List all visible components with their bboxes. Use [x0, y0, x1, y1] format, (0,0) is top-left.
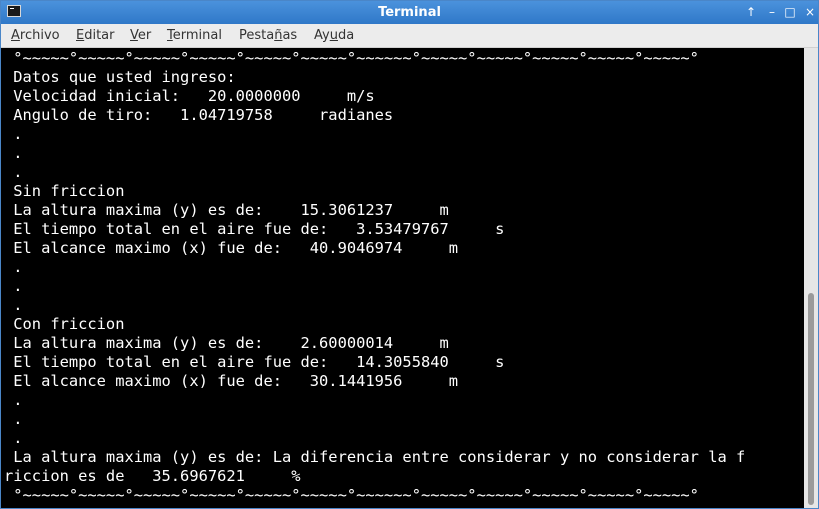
menu-ver[interactable]: Ver	[130, 28, 151, 43]
vertical-scrollbar[interactable]	[804, 48, 818, 508]
menu-bar: Archivo Editar Ver Terminal Pestañas Ayu…	[1, 24, 818, 48]
close-button[interactable]: ×	[802, 4, 818, 20]
terminal-window: Terminal ↑ – □ × Archivo Editar Ver Term…	[0, 0, 819, 509]
terminal-line: .	[4, 277, 23, 295]
terminal-line: Sin friccion	[4, 182, 125, 200]
terminal-line: .	[4, 163, 23, 181]
maximize-button[interactable]: □	[782, 4, 798, 20]
terminal-output[interactable]: °~~~~~°~~~~~°~~~~~°~~~~~°~~~~~°~~~~~°~~~…	[1, 48, 804, 508]
window-title: Terminal	[378, 5, 441, 20]
terminal-line: .	[4, 296, 23, 314]
terminal-line: Velocidad inicial: 20.0000000 m/s	[4, 87, 375, 105]
menu-ayuda[interactable]: Ayuda	[314, 28, 354, 43]
terminal-line: .	[4, 144, 23, 162]
shade-button[interactable]: ↑	[743, 4, 759, 20]
terminal-line: El alcance maximo (x) fue de: 40.9046974…	[4, 239, 459, 257]
title-bar[interactable]: Terminal ↑ – □ ×	[1, 1, 818, 24]
menu-editar[interactable]: Editar	[76, 28, 115, 43]
terminal-line: °~~~~~°~~~~~°~~~~~°~~~~~°~~~~~°~~~~~°~~~…	[4, 486, 699, 504]
terminal-line: .	[4, 391, 23, 409]
terminal-line: El tiempo total en el aire fue de: 3.534…	[4, 220, 505, 238]
terminal-line: El alcance maximo (x) fue de: 30.1441956…	[4, 372, 459, 390]
terminal-line: .	[4, 258, 23, 276]
terminal-line: .	[4, 125, 23, 143]
menu-pestanas[interactable]: Pestañas	[239, 28, 297, 43]
terminal-line: La altura maxima (y) es de: La diferenci…	[4, 448, 746, 466]
terminal-line: Datos que usted ingreso:	[4, 68, 236, 86]
minimize-button[interactable]: –	[764, 4, 780, 20]
terminal-line: Con friccion	[4, 315, 125, 333]
terminal-line: riccion es de 35.6967621 %	[4, 467, 301, 485]
menu-archivo[interactable]: Archivo	[11, 28, 60, 43]
scrollbar-thumb[interactable]	[808, 293, 814, 505]
terminal-line: .	[4, 429, 23, 447]
terminal-line: .	[4, 410, 23, 428]
terminal-line: °~~~~~°~~~~~°~~~~~°~~~~~°~~~~~°~~~~~°~~~…	[4, 49, 699, 67]
terminal-line: La altura maxima (y) es de: 15.3061237 m	[4, 201, 449, 219]
terminal-line: El tiempo total en el aire fue de: 14.30…	[4, 353, 505, 371]
menu-terminal[interactable]: Terminal	[167, 28, 222, 43]
terminal-line: La altura maxima (y) es de: 2.60000014 m	[4, 334, 449, 352]
terminal-line: Angulo de tiro: 1.04719758 radianes	[4, 106, 394, 124]
